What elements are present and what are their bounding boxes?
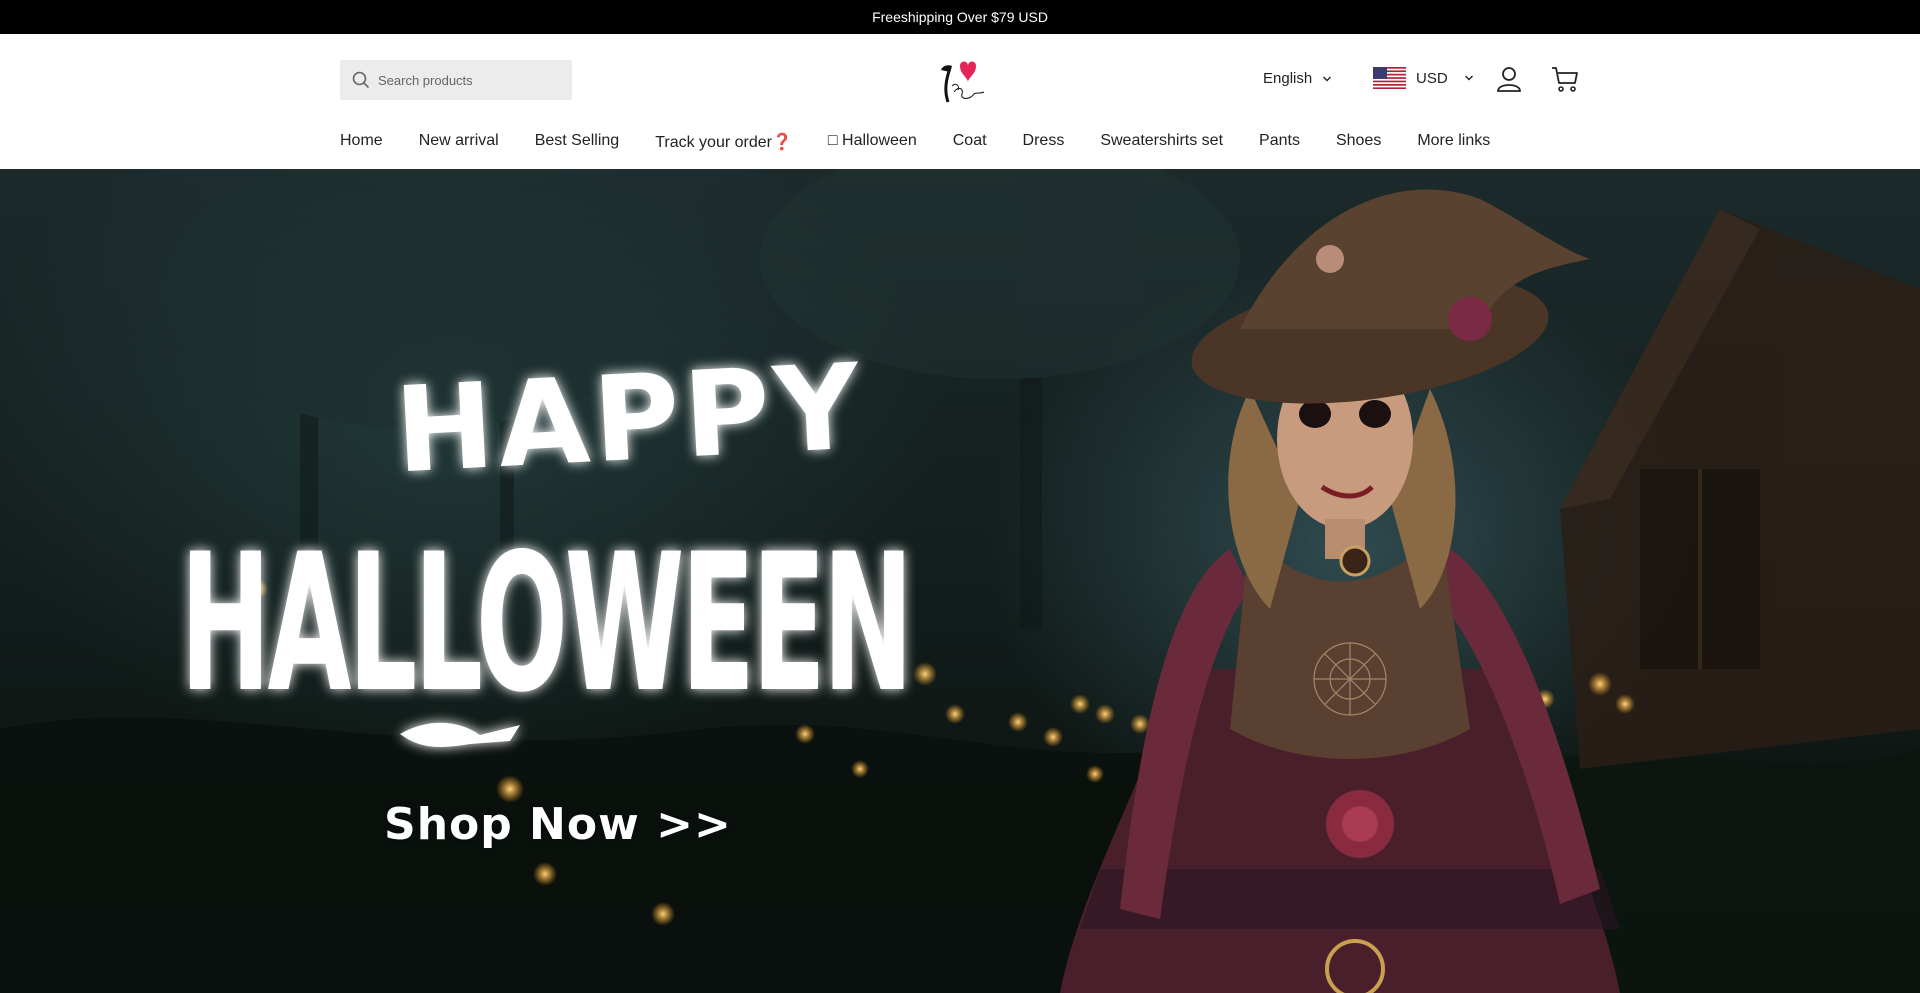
nav-item-home[interactable]: Home xyxy=(340,132,383,152)
nav-item-new-arrival[interactable]: New arrival xyxy=(419,132,499,152)
site-header: English USD Home New arrival xyxy=(0,34,1920,169)
search-box[interactable] xyxy=(340,60,572,100)
chevron-down-icon xyxy=(1323,76,1332,81)
nav-item-dress[interactable]: Dress xyxy=(1023,132,1065,152)
nav-item-halloween[interactable]: □ Halloween xyxy=(828,132,917,152)
chevron-down-icon xyxy=(1464,75,1473,81)
currency-selector[interactable]: USD xyxy=(1373,67,1474,89)
nav-item-track-order[interactable]: Track your order❓ xyxy=(655,132,792,152)
brand-logo[interactable] xyxy=(930,52,990,108)
search-input[interactable] xyxy=(378,72,568,88)
headline-happy: HAPPY xyxy=(392,337,867,499)
nav-item-sweatershirts-set[interactable]: Sweatershirts set xyxy=(1100,132,1223,152)
user-icon[interactable] xyxy=(1494,64,1524,94)
hero-artwork: HAPPY HALLOWEEN xyxy=(0,169,1920,993)
headline-halloween: HALLOWEEN xyxy=(180,513,910,734)
nav-item-best-selling[interactable]: Best Selling xyxy=(535,132,620,152)
cabin xyxy=(1560,209,1920,769)
announcement-bar: Freeshipping Over $79 USD xyxy=(0,0,1920,34)
nav-item-shoes[interactable]: Shoes xyxy=(1336,132,1381,152)
nav-item-more-links[interactable]: More links xyxy=(1417,132,1490,152)
language-selector[interactable]: English xyxy=(1263,70,1332,87)
us-flag-icon xyxy=(1373,67,1406,89)
search-icon xyxy=(352,71,370,89)
announcement-text: Freeshipping Over $79 USD xyxy=(872,9,1048,25)
hero-banner[interactable]: HAPPY HALLOWEEN Shop Now >> xyxy=(0,169,1920,993)
currency-label: USD xyxy=(1416,69,1448,87)
language-label: English xyxy=(1263,70,1313,87)
shop-now-button[interactable]: Shop Now >> xyxy=(384,799,732,850)
main-nav: Home New arrival Best Selling Track your… xyxy=(340,132,1526,152)
nav-item-coat[interactable]: Coat xyxy=(953,132,987,152)
nav-item-pants[interactable]: Pants xyxy=(1259,132,1300,152)
cart-icon[interactable] xyxy=(1550,64,1580,94)
